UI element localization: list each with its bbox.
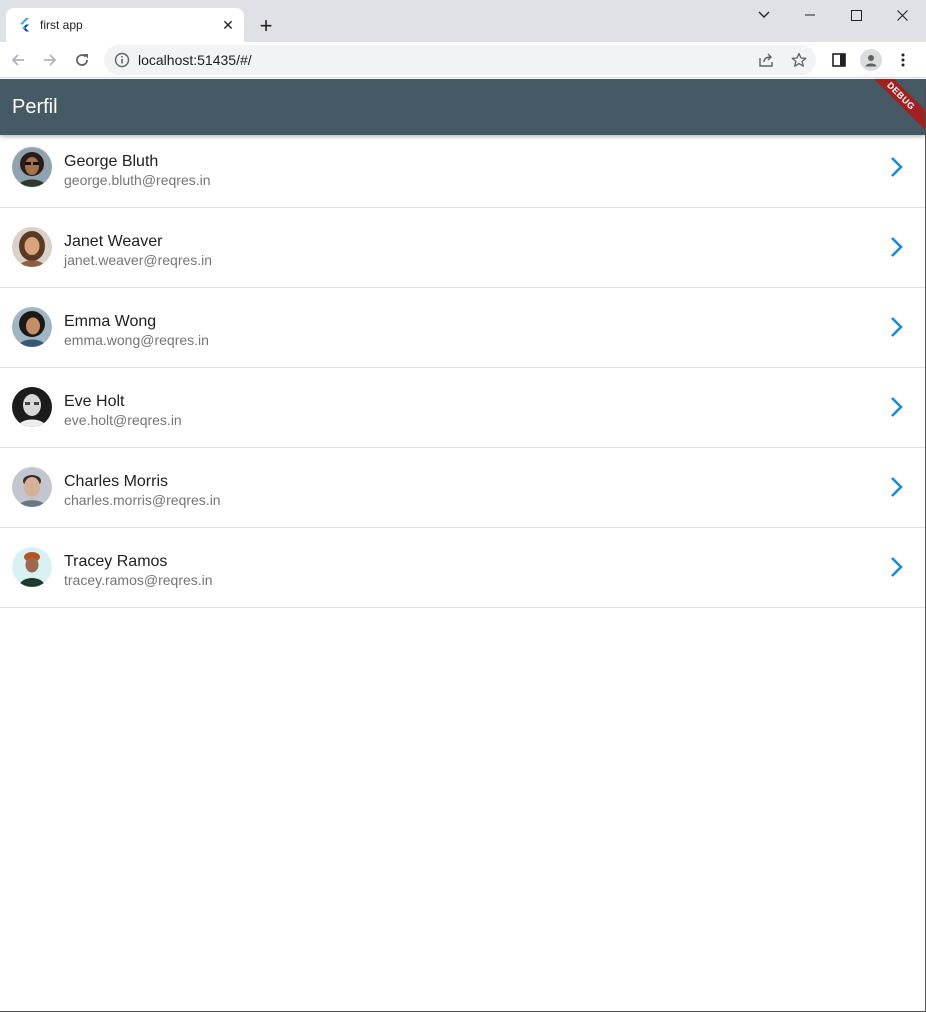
user-name: George Bluth: [64, 153, 159, 170]
chevron-right-icon[interactable]: [884, 475, 908, 499]
list-item[interactable]: Tracey Ramos tracey.ramos@reqres.in: [0, 528, 925, 608]
address-bar[interactable]: localhost:51435/#/: [104, 45, 816, 75]
tab-search-icon[interactable]: [741, 0, 787, 30]
avatar: [12, 467, 52, 507]
kebab-menu-icon[interactable]: [890, 47, 916, 73]
user-name: Charles Morris: [64, 473, 169, 490]
tab-close-icon[interactable]: ✕: [218, 15, 238, 35]
browser-toolbar: localhost:51435/#/: [0, 42, 926, 78]
avatar: [12, 227, 52, 267]
list-item[interactable]: Janet Weaver janet.weaver@reqres.in: [0, 208, 925, 288]
profile-button[interactable]: [858, 47, 884, 73]
back-arrow-icon[interactable]: [5, 47, 31, 73]
avatar: [12, 147, 52, 187]
list-item[interactable]: Eve Holt eve.holt@reqres.in: [0, 368, 925, 448]
page-title: Perfil: [12, 96, 58, 118]
user-list: George Bluth george.bluth@reqres.in Jane…: [0, 128, 925, 608]
tab-title: first app: [40, 18, 83, 32]
user-email: eve.holt@reqres.in: [64, 412, 182, 428]
tab-strip: first app ✕ +: [0, 0, 926, 42]
chevron-right-icon[interactable]: [884, 235, 908, 259]
browser-tab[interactable]: first app ✕: [6, 8, 244, 42]
user-email: tracey.ramos@reqres.in: [64, 572, 213, 588]
user-name: Emma Wong: [64, 313, 157, 330]
list-item[interactable]: Charles Morris charles.morris@reqres.in: [0, 448, 925, 528]
list-item[interactable]: Emma Wong emma.wong@reqres.in: [0, 288, 925, 368]
user-email: charles.morris@reqres.in: [64, 492, 221, 508]
side-panel-icon[interactable]: [826, 47, 852, 73]
app-bar: Perfil DEBUG: [0, 79, 925, 135]
list-item[interactable]: George Bluth george.bluth@reqres.in: [0, 128, 925, 208]
avatar: [12, 307, 52, 347]
user-email: george.bluth@reqres.in: [64, 172, 211, 188]
reload-icon[interactable]: [69, 47, 95, 73]
flutter-logo-icon: [18, 18, 32, 32]
chevron-right-icon[interactable]: [884, 315, 908, 339]
avatar: [12, 547, 52, 587]
minimize-icon[interactable]: [787, 0, 833, 30]
user-name: Tracey Ramos: [64, 553, 168, 570]
forward-arrow-icon[interactable]: [37, 47, 63, 73]
bookmark-star-icon[interactable]: [791, 52, 807, 68]
chevron-right-icon[interactable]: [884, 555, 908, 579]
url-text[interactable]: localhost:51435/#/: [138, 52, 252, 68]
maximize-icon[interactable]: [833, 0, 879, 30]
profile-avatar-icon: [860, 49, 882, 71]
user-name: Janet Weaver: [64, 233, 163, 250]
user-email: emma.wong@reqres.in: [64, 332, 209, 348]
user-email: janet.weaver@reqres.in: [64, 252, 213, 268]
avatar: [12, 387, 52, 427]
chevron-right-icon[interactable]: [884, 395, 908, 419]
new-tab-button[interactable]: +: [253, 13, 279, 39]
user-name: Eve Holt: [64, 393, 125, 410]
window-close-icon[interactable]: [879, 0, 925, 30]
chevron-right-icon[interactable]: [884, 155, 908, 179]
debug-banner: DEBUG: [860, 79, 925, 135]
site-info-icon[interactable]: [114, 52, 130, 68]
share-icon[interactable]: [758, 52, 774, 68]
